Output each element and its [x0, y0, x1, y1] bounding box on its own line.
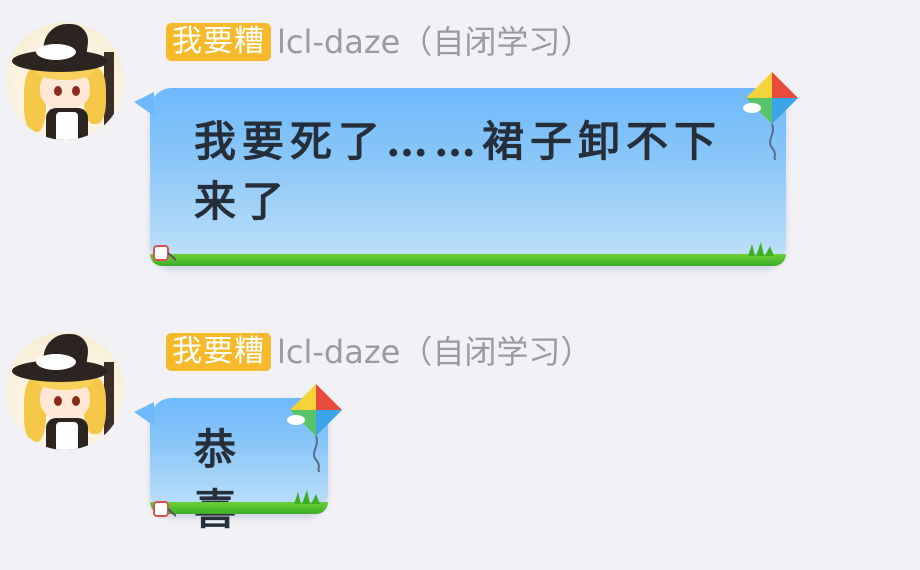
sender-row: 我要糟 lcl-daze（自闭学习） — [166, 22, 592, 62]
member-title-badge: 我要糟 — [166, 23, 271, 61]
kite-spool-icon — [153, 501, 176, 517]
avatar[interactable] — [6, 332, 124, 450]
kite-icon — [743, 72, 798, 160]
chat-message: 我要糟 lcl-daze（自闭学习） 恭喜 — [0, 310, 920, 540]
grass-tuft-icon — [294, 490, 320, 504]
sender-row: 我要糟 lcl-daze（自闭学习） — [166, 332, 592, 372]
message-text: 我要死了……裙子卸不下来了 — [194, 117, 723, 226]
grass-tuft-icon — [748, 242, 774, 256]
kite-spool-icon — [153, 245, 176, 261]
grass-strip — [150, 254, 786, 266]
avatar[interactable] — [6, 22, 124, 140]
sender-name[interactable]: lcl-daze（自闭学习） — [277, 333, 592, 371]
member-title-badge: 我要糟 — [166, 333, 271, 371]
kite-icon — [287, 384, 342, 472]
chat-message: 我要糟 lcl-daze（自闭学习） 我要死了……裙子卸不下来了 — [0, 0, 920, 290]
message-bubble[interactable]: 我要死了……裙子卸不下来了 — [134, 88, 786, 266]
sender-name[interactable]: lcl-daze（自闭学习） — [277, 23, 592, 61]
